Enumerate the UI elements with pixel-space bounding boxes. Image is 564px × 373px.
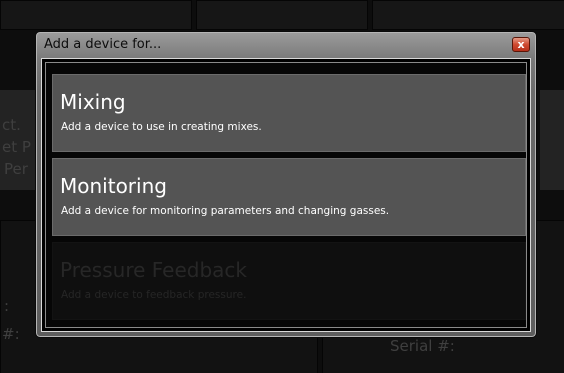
dialog-content: Mixing Add a device to use in creating m… bbox=[41, 58, 531, 332]
background-label: : bbox=[4, 297, 10, 315]
background-label: #: bbox=[2, 325, 20, 343]
background-tile bbox=[0, 0, 192, 30]
option-pressure-feedback: Pressure Feedback Add a device to feedba… bbox=[52, 242, 526, 320]
option-description: Add a device to feedback pressure. bbox=[61, 289, 247, 301]
background-panel bbox=[540, 90, 564, 190]
option-monitoring[interactable]: Monitoring Add a device for monitoring p… bbox=[52, 158, 526, 236]
dialog-titlebar[interactable]: Add a device for... x bbox=[36, 32, 536, 59]
option-title: Monitoring bbox=[60, 174, 167, 198]
screen: ct. et P Per : #: Serial #: Add a device… bbox=[0, 0, 564, 373]
background-label: et P bbox=[2, 138, 31, 156]
add-device-dialog: Add a device for... x Mixing Add a devic… bbox=[35, 31, 537, 338]
dialog-title: Add a device for... bbox=[44, 37, 162, 52]
background-tile bbox=[196, 0, 368, 30]
option-title: Mixing bbox=[60, 90, 126, 114]
background-tile bbox=[372, 0, 564, 30]
option-description: Add a device for monitoring parameters a… bbox=[61, 205, 390, 217]
option-title: Pressure Feedback bbox=[60, 258, 248, 282]
option-description: Add a device to use in creating mixes. bbox=[61, 121, 262, 133]
close-button[interactable]: x bbox=[512, 37, 530, 52]
background-label: ct. bbox=[2, 116, 21, 134]
background-label: Per bbox=[4, 160, 28, 178]
option-mixing[interactable]: Mixing Add a device to use in creating m… bbox=[52, 74, 526, 152]
close-icon: x bbox=[517, 38, 525, 51]
background-label: Serial #: bbox=[390, 337, 455, 355]
